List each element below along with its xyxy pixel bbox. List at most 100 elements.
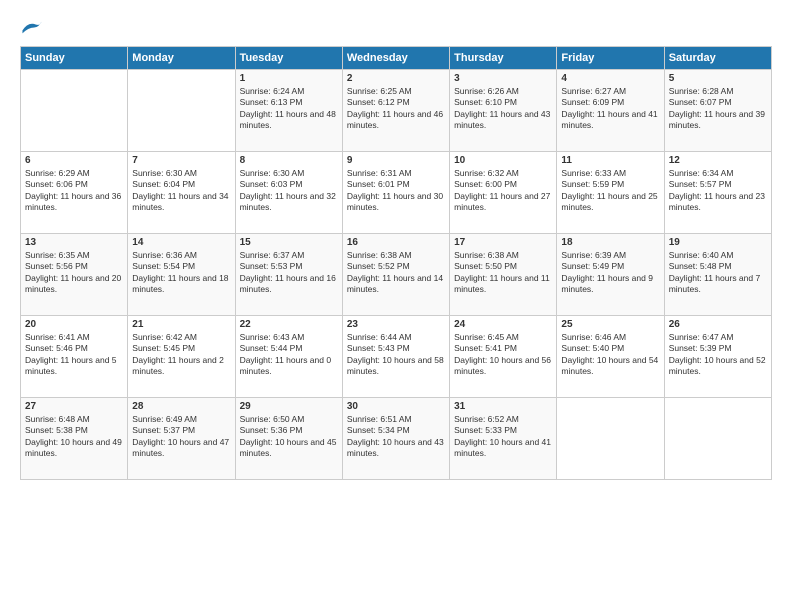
cell-info: Sunrise: 6:27 AMSunset: 6:09 PMDaylight:… <box>561 86 657 130</box>
day-number: 15 <box>240 237 338 248</box>
cell-info: Sunrise: 6:34 AMSunset: 5:57 PMDaylight:… <box>669 168 765 212</box>
day-number: 22 <box>240 319 338 330</box>
week-row-1: 1 Sunrise: 6:24 AMSunset: 6:13 PMDaylight… <box>21 69 772 151</box>
calendar-cell: 17 Sunrise: 6:38 AMSunset: 5:50 PMDayligh… <box>450 233 557 315</box>
calendar-cell: 6 Sunrise: 6:29 AMSunset: 6:06 PMDaylight… <box>21 151 128 233</box>
week-row-3: 13 Sunrise: 6:35 AMSunset: 5:56 PMDayligh… <box>21 233 772 315</box>
cell-info: Sunrise: 6:45 AMSunset: 5:41 PMDaylight:… <box>454 332 551 376</box>
cell-info: Sunrise: 6:51 AMSunset: 5:34 PMDaylight:… <box>347 414 444 458</box>
cell-info: Sunrise: 6:43 AMSunset: 5:44 PMDaylight:… <box>240 332 332 376</box>
cell-info: Sunrise: 6:48 AMSunset: 5:38 PMDaylight:… <box>25 414 122 458</box>
day-number: 31 <box>454 401 552 412</box>
cell-info: Sunrise: 6:33 AMSunset: 5:59 PMDaylight:… <box>561 168 657 212</box>
cell-info: Sunrise: 6:52 AMSunset: 5:33 PMDaylight:… <box>454 414 551 458</box>
day-number: 1 <box>240 73 338 84</box>
calendar-cell: 29 Sunrise: 6:50 AMSunset: 5:36 PMDayligh… <box>235 397 342 479</box>
weekday-header-monday: Monday <box>128 46 235 69</box>
week-row-4: 20 Sunrise: 6:41 AMSunset: 5:46 PMDayligh… <box>21 315 772 397</box>
day-number: 6 <box>25 155 123 166</box>
day-number: 14 <box>132 237 230 248</box>
calendar-cell: 13 Sunrise: 6:35 AMSunset: 5:56 PMDayligh… <box>21 233 128 315</box>
cell-info: Sunrise: 6:39 AMSunset: 5:49 PMDaylight:… <box>561 250 653 294</box>
day-number: 27 <box>25 401 123 412</box>
day-number: 2 <box>347 73 445 84</box>
weekday-header-thursday: Thursday <box>450 46 557 69</box>
calendar-cell: 28 Sunrise: 6:49 AMSunset: 5:37 PMDayligh… <box>128 397 235 479</box>
day-number: 28 <box>132 401 230 412</box>
calendar-cell: 21Sunrise: 6:42 AMSunset: 5:45 PMDayligh… <box>128 315 235 397</box>
calendar-cell: 30 Sunrise: 6:51 AMSunset: 5:34 PMDayligh… <box>342 397 449 479</box>
day-number: 5 <box>669 73 767 84</box>
cell-info: Sunrise: 6:50 AMSunset: 5:36 PMDaylight:… <box>240 414 337 458</box>
weekday-header-tuesday: Tuesday <box>235 46 342 69</box>
logo <box>20 16 43 36</box>
calendar-cell: 8Sunrise: 6:30 AMSunset: 6:03 PMDaylight… <box>235 151 342 233</box>
cell-info: Sunrise: 6:29 AMSunset: 6:06 PMDaylight:… <box>25 168 121 212</box>
cell-info: Sunrise: 6:47 AMSunset: 5:39 PMDaylight:… <box>669 332 766 376</box>
cell-info: Sunrise: 6:25 AMSunset: 6:12 PMDaylight:… <box>347 86 443 130</box>
cell-info: Sunrise: 6:40 AMSunset: 5:48 PMDaylight:… <box>669 250 761 294</box>
weekday-header-saturday: Saturday <box>664 46 771 69</box>
calendar-cell: 20 Sunrise: 6:41 AMSunset: 5:46 PMDayligh… <box>21 315 128 397</box>
day-number: 7 <box>132 155 230 166</box>
page: SundayMondayTuesdayWednesdayThursdayFrid… <box>0 0 792 612</box>
calendar-cell: 25 Sunrise: 6:46 AMSunset: 5:40 PMDayligh… <box>557 315 664 397</box>
calendar-cell: 31 Sunrise: 6:52 AMSunset: 5:33 PMDayligh… <box>450 397 557 479</box>
calendar-cell: 11 Sunrise: 6:33 AMSunset: 5:59 PMDayligh… <box>557 151 664 233</box>
calendar-cell: 27 Sunrise: 6:48 AMSunset: 5:38 PMDayligh… <box>21 397 128 479</box>
day-number: 18 <box>561 237 659 248</box>
header <box>20 16 772 36</box>
calendar-cell: 26 Sunrise: 6:47 AMSunset: 5:39 PMDayligh… <box>664 315 771 397</box>
calendar-cell: 2 Sunrise: 6:25 AMSunset: 6:12 PMDaylight… <box>342 69 449 151</box>
cell-info: Sunrise: 6:24 AMSunset: 6:13 PMDaylight:… <box>240 86 336 130</box>
day-number: 3 <box>454 73 552 84</box>
calendar-cell <box>664 397 771 479</box>
calendar-cell: 12 Sunrise: 6:34 AMSunset: 5:57 PMDayligh… <box>664 151 771 233</box>
cell-info: Sunrise: 6:32 AMSunset: 6:00 PMDaylight:… <box>454 168 550 212</box>
calendar-cell: 7 Sunrise: 6:30 AMSunset: 6:04 PMDaylight… <box>128 151 235 233</box>
cell-info: Sunrise: 6:28 AMSunset: 6:07 PMDaylight:… <box>669 86 765 130</box>
logo-bird-icon <box>21 17 43 35</box>
cell-info: Sunrise: 6:46 AMSunset: 5:40 PMDaylight:… <box>561 332 658 376</box>
calendar-cell: 15Sunrise: 6:37 AMSunset: 5:53 PMDayligh… <box>235 233 342 315</box>
calendar-cell: 4 Sunrise: 6:27 AMSunset: 6:09 PMDaylight… <box>557 69 664 151</box>
calendar-cell: 24 Sunrise: 6:45 AMSunset: 5:41 PMDayligh… <box>450 315 557 397</box>
day-number: 11 <box>561 155 659 166</box>
day-number: 19 <box>669 237 767 248</box>
day-number: 10 <box>454 155 552 166</box>
day-number: 26 <box>669 319 767 330</box>
day-number: 16 <box>347 237 445 248</box>
cell-info: Sunrise: 6:35 AMSunset: 5:56 PMDaylight:… <box>25 250 121 294</box>
calendar-cell: 5 Sunrise: 6:28 AMSunset: 6:07 PMDaylight… <box>664 69 771 151</box>
cell-info: Sunrise: 6:38 AMSunset: 5:50 PMDaylight:… <box>454 250 550 294</box>
day-number: 4 <box>561 73 659 84</box>
week-row-5: 27 Sunrise: 6:48 AMSunset: 5:38 PMDayligh… <box>21 397 772 479</box>
day-number: 29 <box>240 401 338 412</box>
day-number: 30 <box>347 401 445 412</box>
calendar-cell: 18 Sunrise: 6:39 AMSunset: 5:49 PMDayligh… <box>557 233 664 315</box>
calendar-cell: 10 Sunrise: 6:32 AMSunset: 6:00 PMDayligh… <box>450 151 557 233</box>
day-number: 17 <box>454 237 552 248</box>
cell-info: Sunrise: 6:41 AMSunset: 5:46 PMDaylight:… <box>25 332 117 376</box>
calendar-cell: 9 Sunrise: 6:31 AMSunset: 6:01 PMDaylight… <box>342 151 449 233</box>
cell-info: Sunrise: 6:30 AMSunset: 6:04 PMDaylight:… <box>132 168 228 212</box>
cell-info: Sunrise: 6:49 AMSunset: 5:37 PMDaylight:… <box>132 414 229 458</box>
day-number: 9 <box>347 155 445 166</box>
day-number: 13 <box>25 237 123 248</box>
calendar-cell <box>128 69 235 151</box>
cell-info: Sunrise: 6:31 AMSunset: 6:01 PMDaylight:… <box>347 168 443 212</box>
cell-info: Sunrise: 6:38 AMSunset: 5:52 PMDaylight:… <box>347 250 443 294</box>
weekday-header-wednesday: Wednesday <box>342 46 449 69</box>
logo-general <box>20 16 43 36</box>
cell-info: Sunrise: 6:26 AMSunset: 6:10 PMDaylight:… <box>454 86 550 130</box>
day-number: 24 <box>454 319 552 330</box>
calendar-cell <box>557 397 664 479</box>
calendar-cell: 3 Sunrise: 6:26 AMSunset: 6:10 PMDaylight… <box>450 69 557 151</box>
calendar-cell: 16 Sunrise: 6:38 AMSunset: 5:52 PMDayligh… <box>342 233 449 315</box>
day-number: 20 <box>25 319 123 330</box>
cell-info: Sunrise: 6:36 AMSunset: 5:54 PMDaylight:… <box>132 250 228 294</box>
day-number: 12 <box>669 155 767 166</box>
cell-info: Sunrise: 6:44 AMSunset: 5:43 PMDaylight:… <box>347 332 444 376</box>
day-number: 25 <box>561 319 659 330</box>
calendar-cell: 23Sunrise: 6:44 AMSunset: 5:43 PMDayligh… <box>342 315 449 397</box>
